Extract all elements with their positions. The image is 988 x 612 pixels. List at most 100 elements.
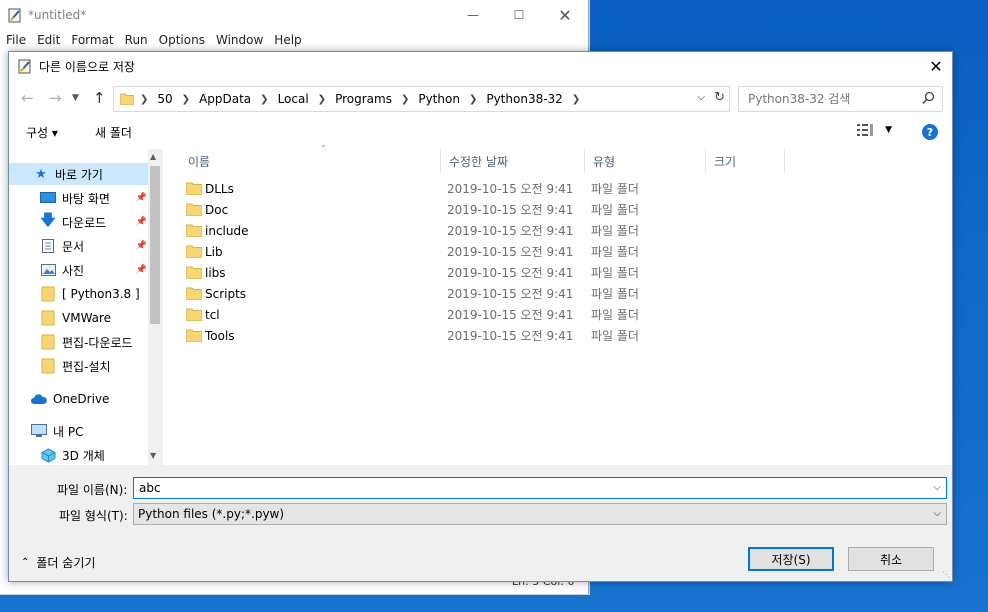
scrollbar-thumb[interactable] [150, 166, 160, 324]
up-arrow-icon[interactable]: ↑ [93, 89, 106, 107]
sidebar-item-downloads[interactable]: 🡇 다운로드 📌 [9, 211, 149, 233]
cube-icon [40, 447, 56, 463]
file-type: 파일 폴더 [591, 224, 639, 238]
file-date: 2019-10-15 오전 9:41 [447, 245, 574, 259]
column-header-type[interactable]: 유형 [585, 149, 706, 173]
hide-folders-label: 폴더 숨기기 [36, 556, 96, 570]
back-arrow-icon[interactable]: ← [21, 89, 34, 107]
organize-button[interactable]: 구성 ▾ [26, 124, 58, 141]
chevron-right-icon[interactable]: ❯ [318, 94, 326, 105]
command-bar: 구성 ▾ 새 폴더 ▼ ? [9, 112, 952, 152]
chevron-right-icon[interactable]: ❯ [260, 94, 268, 105]
search-box[interactable] [738, 86, 943, 112]
sort-ascending-icon: ⌃ [320, 144, 327, 153]
resize-grip-icon[interactable]: ⋱ [942, 570, 950, 579]
column-header-date[interactable]: 수정한 날짜 [441, 149, 585, 173]
column-label: 이름 [188, 154, 211, 169]
folder-icon [186, 224, 202, 237]
recent-locations-icon[interactable]: ▼ [72, 93, 79, 103]
pc-icon [31, 424, 47, 438]
new-folder-button[interactable]: 새 폴더 [95, 124, 132, 141]
help-icon[interactable]: ? [922, 124, 938, 140]
file-row[interactable]: Tools 2019-10-15 오전 9:41 파일 폴더 [164, 325, 952, 346]
file-type: 파일 폴더 [591, 329, 639, 343]
column-label: 유형 [593, 154, 616, 169]
file-row[interactable]: tcl 2019-10-15 오전 9:41 파일 폴더 [164, 304, 952, 325]
dialog-close-icon[interactable]: ✕ [920, 52, 952, 80]
chevron-right-icon[interactable]: ❯ [469, 94, 477, 105]
pin-icon: 📌 [135, 217, 147, 227]
breadcrumb-item[interactable]: Programs [335, 92, 392, 106]
sidebar-item-documents[interactable]: 문서 📌 [9, 235, 149, 257]
sidebar-item-label: 편집-설치 [62, 359, 111, 374]
breadcrumb-item[interactable]: 50 [157, 92, 172, 106]
sidebar-item-desktop[interactable]: 바탕 화면 📌 [9, 187, 149, 209]
breadcrumb-item[interactable]: Python38-32 [486, 92, 562, 106]
sidebar-item-label: 문서 [62, 239, 85, 254]
search-input[interactable] [746, 91, 920, 107]
navigation-pane: ★ 바로 가기 바탕 화면 📌 🡇 다운로드 📌 문서 📌 사진 📌 [ Pyt… [9, 149, 163, 465]
sidebar-item-edit-install[interactable]: 편집-설치 [9, 355, 149, 377]
pin-icon: 📌 [135, 193, 147, 203]
forward-arrow-icon[interactable]: → [49, 89, 62, 107]
sidebar-item-label: 사진 [62, 263, 85, 278]
sidebar-item-3d-objects[interactable]: 3D 개체 [9, 444, 149, 465]
folder-icon [40, 334, 56, 350]
column-header-size[interactable]: 크기 [706, 149, 785, 173]
refresh-icon[interactable]: ↻ [714, 90, 725, 105]
chevron-right-icon[interactable]: ❯ [182, 94, 190, 105]
sidebar-item-label: 내 PC [53, 424, 84, 439]
desktop-icon [40, 191, 56, 205]
file-type: 파일 폴더 [591, 287, 639, 301]
file-row[interactable]: Scripts 2019-10-15 오전 9:41 파일 폴더 [164, 283, 952, 304]
file-row[interactable]: libs 2019-10-15 오전 9:41 파일 폴더 [164, 262, 952, 283]
address-bar[interactable]: ❯ 50 ❯ AppData ❯ Local ❯ Programs ❯ Pyth… [113, 86, 730, 112]
view-options-button[interactable]: ▼ [857, 124, 892, 136]
filetype-select[interactable]: Python files (*.py;*.pyw) ⌵ [133, 503, 947, 525]
breadcrumb-item[interactable]: AppData [199, 92, 251, 106]
save-button[interactable]: 저장(S) [748, 547, 834, 571]
menu-format[interactable]: Format [71, 33, 113, 47]
minimize-icon[interactable]: — [450, 0, 496, 30]
chevron-right-icon[interactable]: ❯ [572, 94, 580, 105]
file-row[interactable]: include 2019-10-15 오전 9:41 파일 폴더 [164, 220, 952, 241]
menu-window[interactable]: Window [216, 33, 263, 47]
sidebar-item-edit-downloads[interactable]: 편집-다운로드 [9, 331, 149, 353]
file-name: include [205, 223, 249, 238]
sidebar-item-vmware[interactable]: VMWare [9, 307, 149, 329]
menu-help[interactable]: Help [274, 33, 301, 47]
sidebar-item-onedrive[interactable]: OneDrive [9, 388, 149, 410]
breadcrumb-item[interactable]: Local [278, 92, 309, 106]
file-row[interactable]: Doc 2019-10-15 오전 9:41 파일 폴더 [164, 199, 952, 220]
chevron-down-icon[interactable]: ⌵ [933, 482, 941, 493]
chevron-down-icon[interactable]: ⌵ [933, 508, 941, 519]
file-date: 2019-10-15 오전 9:41 [447, 182, 574, 196]
scroll-down-icon[interactable]: ▼ [150, 451, 156, 460]
hide-folders-toggle[interactable]: ⌃ 폴더 숨기기 [21, 554, 95, 571]
sidebar-item-pictures[interactable]: 사진 📌 [9, 259, 149, 281]
column-header-name[interactable]: 이름 ⌃ [180, 144, 441, 173]
chevron-right-icon[interactable]: ❯ [401, 94, 409, 105]
breadcrumb-item[interactable]: Python [418, 92, 460, 106]
nav-pane-scrollbar[interactable]: ▲ ▼ [148, 149, 162, 465]
star-icon: ★ [35, 166, 47, 182]
scroll-up-icon[interactable]: ▲ [150, 152, 156, 161]
menu-run[interactable]: Run [125, 33, 148, 47]
search-icon[interactable] [922, 91, 935, 105]
folder-icon [40, 286, 56, 302]
sidebar-item-quick-access[interactable]: ★ 바로 가기 [9, 163, 149, 185]
maximize-icon[interactable]: ☐ [496, 0, 542, 30]
file-row[interactable]: Lib 2019-10-15 오전 9:41 파일 폴더 [164, 241, 952, 262]
filename-combobox[interactable]: ⌵ [133, 477, 947, 499]
chevron-down-icon[interactable]: ⌵ [697, 92, 705, 103]
menu-edit[interactable]: Edit [37, 33, 60, 47]
file-row[interactable]: DLLs 2019-10-15 오전 9:41 파일 폴더 [164, 178, 952, 199]
cancel-button[interactable]: 취소 [848, 547, 934, 571]
sidebar-item-python38[interactable]: [ Python3.8 ] [9, 283, 149, 305]
filename-input[interactable] [137, 480, 921, 496]
sidebar-item-this-pc[interactable]: 내 PC [9, 420, 149, 442]
menu-file[interactable]: File [6, 33, 26, 47]
sidebar-item-label: OneDrive [53, 392, 110, 406]
menu-options[interactable]: Options [159, 33, 205, 47]
close-icon[interactable]: ✕ [542, 0, 588, 30]
